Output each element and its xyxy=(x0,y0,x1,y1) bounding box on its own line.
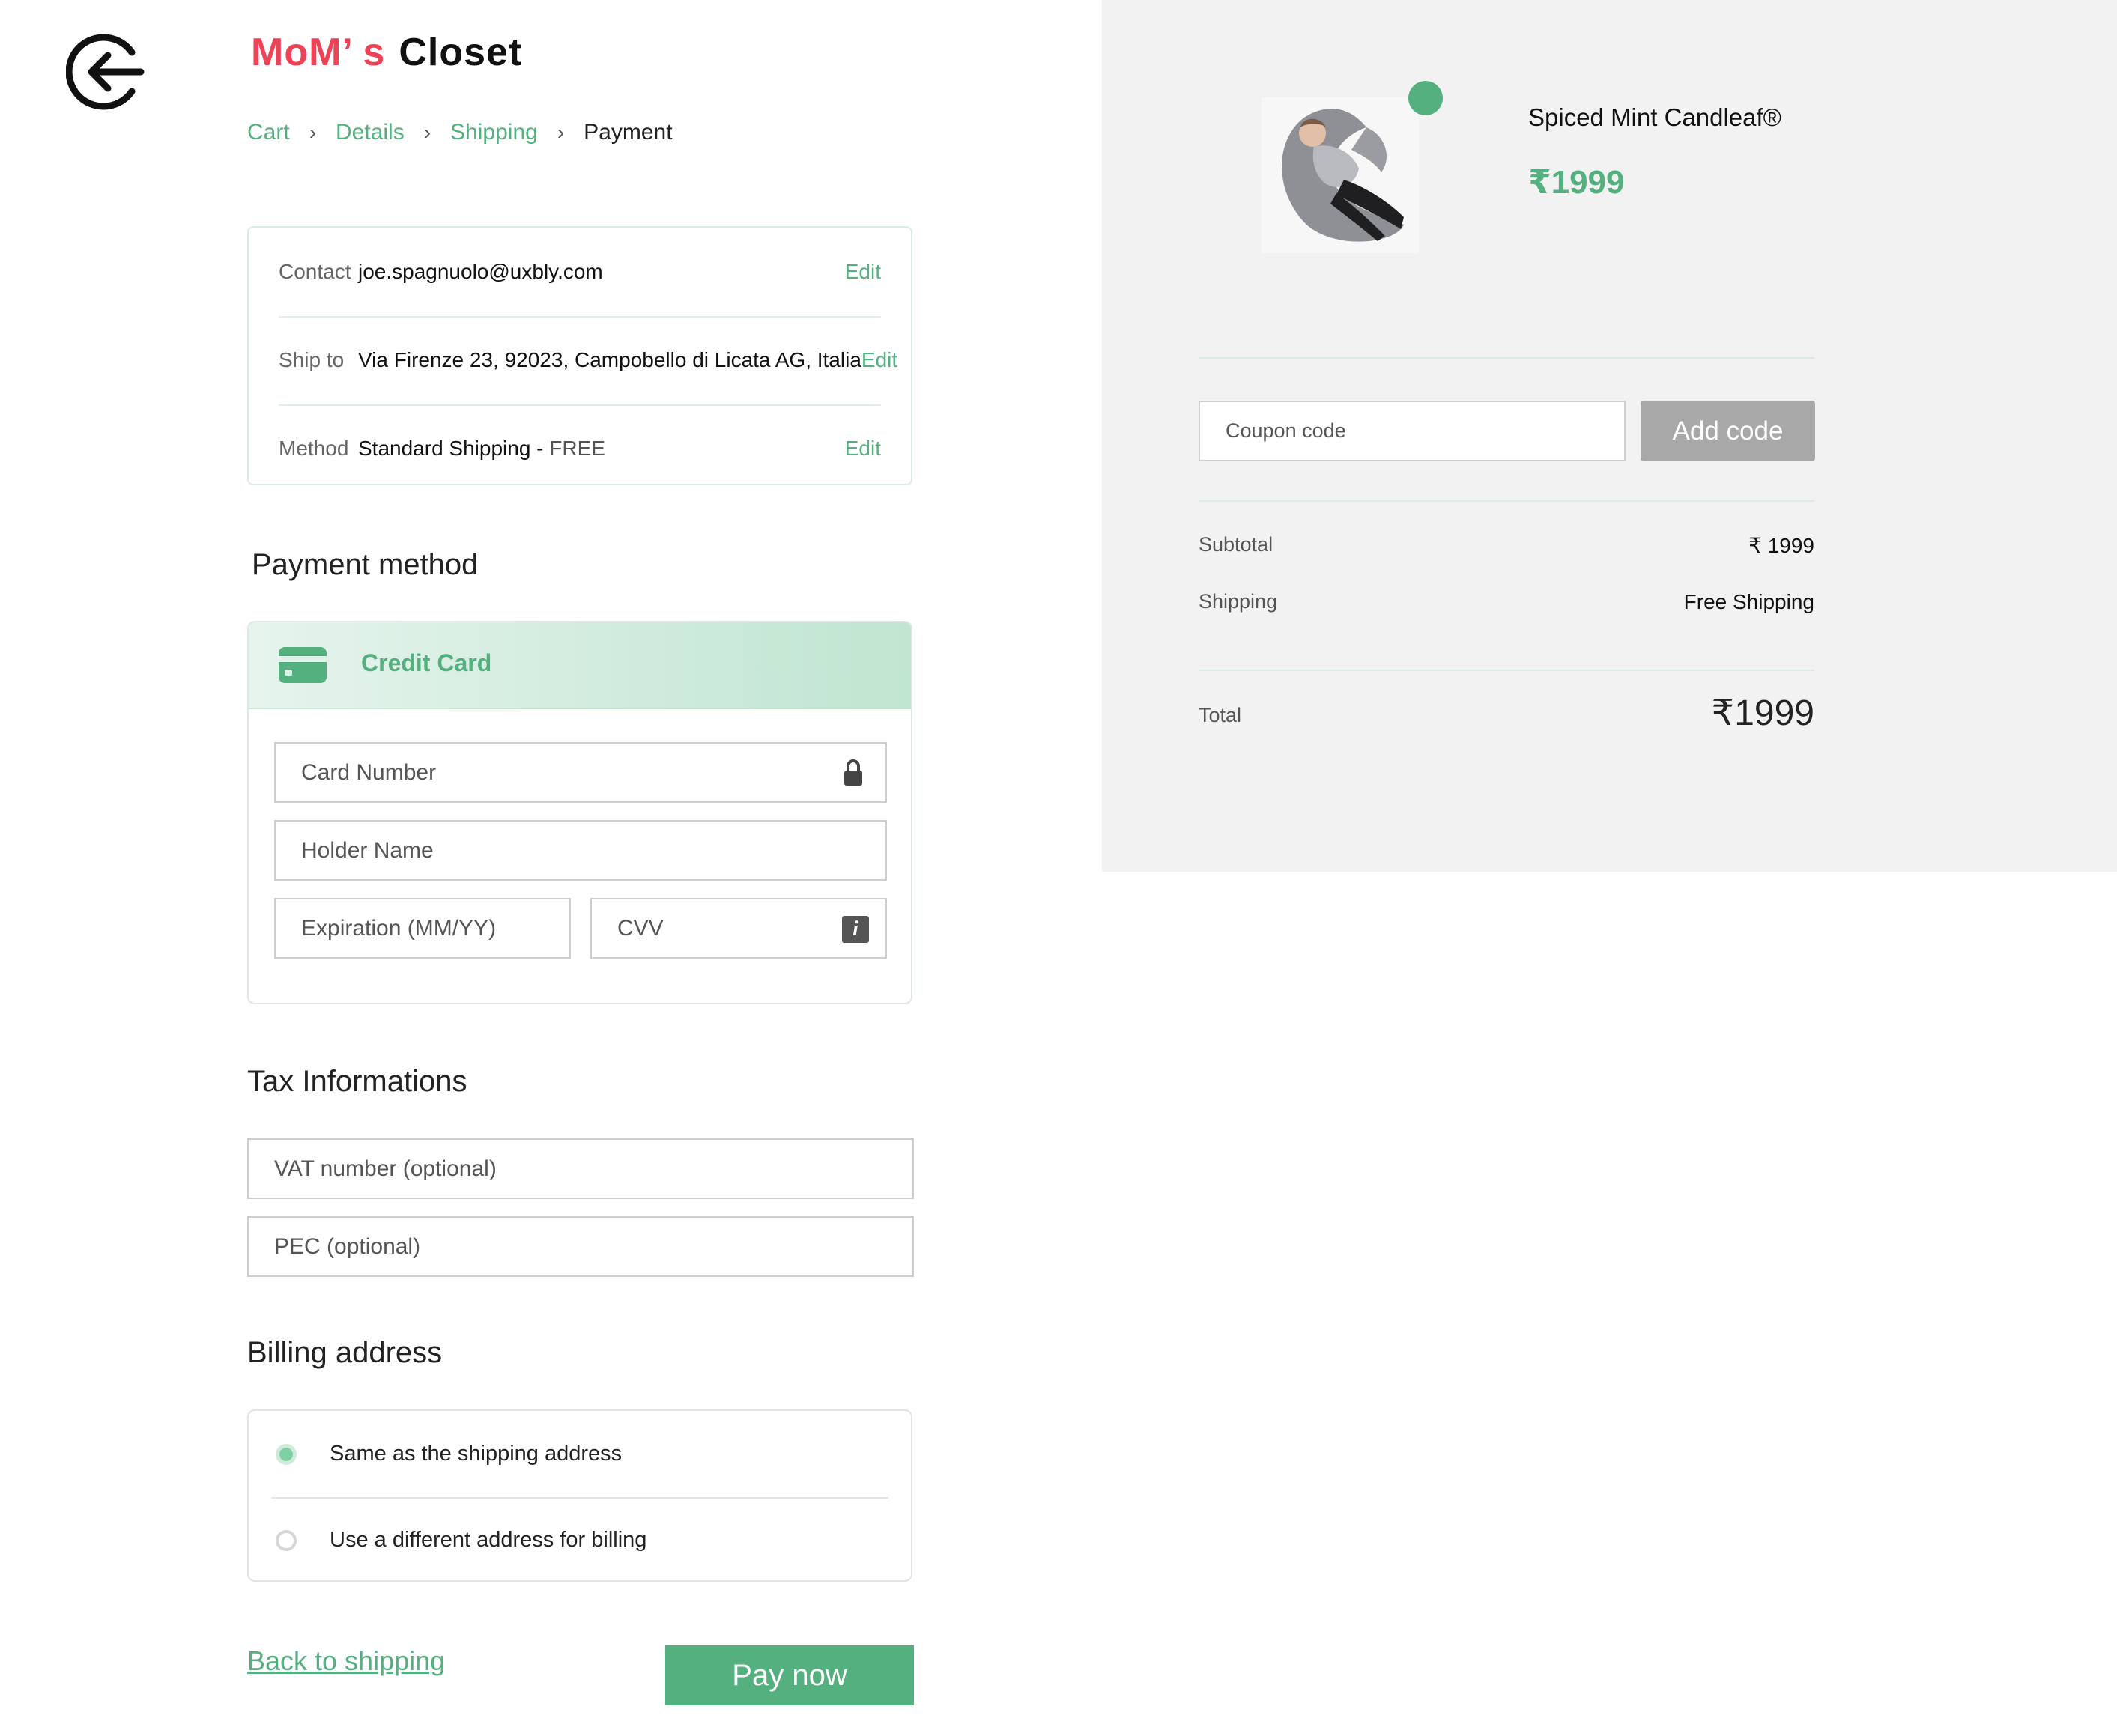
subtotal-label: Subtotal xyxy=(1199,533,1273,556)
breadcrumb-details[interactable]: Details xyxy=(336,120,405,145)
subtotal-value: ₹ 1999 xyxy=(1748,534,1814,557)
summary-divider xyxy=(1199,500,1814,502)
brand-logo-part1: MoM’ s xyxy=(251,31,386,74)
ship-to-label: Ship to xyxy=(279,348,345,371)
credit-card-icon xyxy=(279,647,327,683)
method-label: Method xyxy=(279,437,349,460)
pay-now-button[interactable]: Pay now xyxy=(665,1645,914,1705)
ship-to-value: Via Firenze 23, 92023, Campobello di Lic… xyxy=(358,348,861,371)
summary-divider xyxy=(1199,357,1814,359)
pec-input[interactable]: PEC (optional) xyxy=(247,1216,914,1277)
edit-contact-link[interactable]: Edit xyxy=(845,260,881,284)
lock-icon xyxy=(844,759,863,793)
breadcrumb: Cart › Details › Shipping › Payment xyxy=(247,120,673,145)
billing-same-label: Same as the shipping address xyxy=(330,1442,623,1466)
quantity-badge xyxy=(1408,81,1443,115)
method-row: Method Standard Shipping - FREE Edit xyxy=(279,404,881,493)
expiration-input[interactable]: Expiration (MM/YY) xyxy=(274,898,571,959)
product-name: Spiced Mint Candleaf® xyxy=(1528,103,1781,131)
breadcrumb-shipping[interactable]: Shipping xyxy=(450,120,538,145)
credit-card-option[interactable]: Credit Card xyxy=(249,622,911,709)
total-value: ₹1999 xyxy=(1711,694,1814,733)
back-to-shipping-link[interactable]: Back to shipping xyxy=(247,1645,445,1677)
contact-row: Contact joe.spagnuolo@uxbly.com Edit xyxy=(279,228,881,318)
billing-different-option[interactable]: Use a different address for billing xyxy=(271,1497,888,1583)
tax-informations-title: Tax Informations xyxy=(247,1065,467,1098)
ship-to-row: Ship to Via Firenze 23, 92023, Campobell… xyxy=(279,316,897,406)
method-value-text: Standard Shipping - xyxy=(358,437,550,460)
vat-number-input[interactable]: VAT number (optional) xyxy=(247,1138,914,1199)
contact-label: Contact xyxy=(279,260,351,283)
edit-ship-to-link[interactable]: Edit xyxy=(861,348,897,372)
method-value-free: FREE xyxy=(549,437,605,460)
brand-logo-part2: Closet xyxy=(399,31,523,74)
shipping-value: Free Shipping xyxy=(1683,590,1814,613)
coupon-code-placeholder: Coupon code xyxy=(1226,419,1346,442)
vat-number-placeholder: VAT number (optional) xyxy=(274,1156,497,1181)
add-code-button[interactable]: Add code xyxy=(1641,401,1815,461)
breadcrumb-cart[interactable]: Cart xyxy=(247,120,290,145)
holder-name-input[interactable]: Holder Name xyxy=(274,820,887,881)
billing-same-option[interactable]: Same as the shipping address xyxy=(271,1411,888,1499)
product-price: ₹1999 xyxy=(1528,164,1625,201)
billing-address-box: Same as the shipping address Use a diffe… xyxy=(247,1409,912,1582)
payment-method-title: Payment method xyxy=(252,548,479,581)
expiration-placeholder: Expiration (MM/YY) xyxy=(301,915,497,941)
order-review-box: Contact joe.spagnuolo@uxbly.com Edit Shi… xyxy=(247,226,912,485)
holder-name-placeholder: Holder Name xyxy=(301,837,434,863)
info-icon[interactable]: i xyxy=(842,916,869,943)
radio-selected[interactable] xyxy=(276,1443,297,1465)
method-value: Standard Shipping - FREE xyxy=(358,437,845,461)
shipping-label: Shipping xyxy=(1199,590,1278,613)
card-number-input[interactable]: Card Number xyxy=(274,742,887,803)
billing-different-label: Use a different address for billing xyxy=(330,1528,647,1552)
summary-divider xyxy=(1199,670,1814,671)
billing-address-title: Billing address xyxy=(247,1336,443,1369)
cvv-placeholder: CVV xyxy=(617,915,664,941)
breadcrumb-separator: › xyxy=(423,121,431,144)
contact-value: joe.spagnuolo@uxbly.com xyxy=(358,260,603,283)
product-image xyxy=(1262,97,1419,253)
payment-method-box: Credit Card Card Number Holder Name Expi… xyxy=(247,621,912,1004)
breadcrumb-separator: › xyxy=(309,121,317,144)
back-arrow-icon[interactable] xyxy=(65,31,147,112)
coupon-code-input[interactable]: Coupon code xyxy=(1199,401,1626,461)
card-number-placeholder: Card Number xyxy=(301,759,437,785)
breadcrumb-separator: › xyxy=(557,121,565,144)
edit-method-link[interactable]: Edit xyxy=(845,437,881,461)
breadcrumb-payment: Payment xyxy=(584,120,673,145)
pec-placeholder: PEC (optional) xyxy=(274,1233,421,1259)
total-label: Total xyxy=(1199,704,1242,726)
credit-card-label: Credit Card xyxy=(361,649,492,676)
radio-unselected[interactable] xyxy=(276,1529,297,1551)
cvv-input[interactable]: CVV i xyxy=(590,898,887,959)
brand-logo[interactable]: MoM’ s Closet xyxy=(251,30,522,75)
